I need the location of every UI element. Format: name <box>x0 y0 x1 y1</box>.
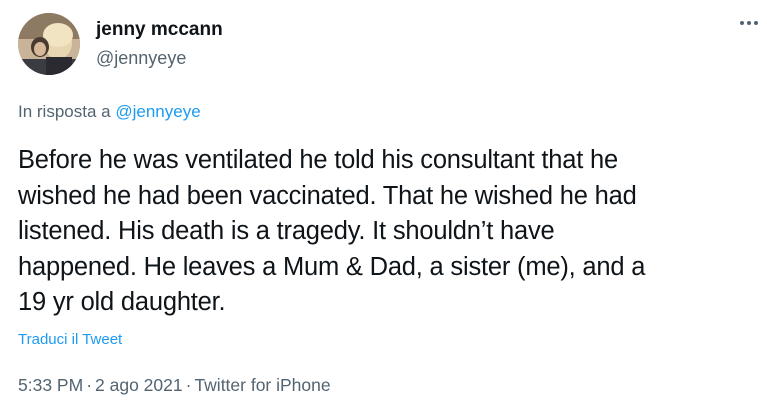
tweet-text-line: wished he had been vaccinated. That he w… <box>18 181 637 210</box>
tweet-text: Before he was ventilated he told his con… <box>18 143 758 321</box>
tweet-metadata: 5:33 PM · 2 ago 2021 · Twitter for iPhone <box>18 374 331 396</box>
more-options-button[interactable] <box>737 14 761 32</box>
tweet-text-line: Before he was ventilated he told his con… <box>18 146 618 174</box>
reply-mention-link[interactable]: @jennyeye <box>115 102 200 121</box>
tweet-text-line: happened. He leaves a Mum & Dad, a siste… <box>18 252 646 281</box>
meta-separator: · <box>86 375 93 395</box>
tweet-time[interactable]: 5:33 PM <box>18 375 83 395</box>
reply-prefix: In risposta a <box>18 102 111 121</box>
translate-tweet-link[interactable]: Traduci il Tweet <box>18 330 122 350</box>
more-horizontal-icon <box>740 21 758 25</box>
user-handle[interactable]: @jennyeye <box>96 47 186 69</box>
meta-separator: · <box>185 375 192 395</box>
avatar-photo <box>18 13 80 75</box>
tweet-text-line: listened. His death is a tragedy. It sho… <box>18 217 555 245</box>
tweet-source[interactable]: Twitter for iPhone <box>194 375 330 395</box>
display-name[interactable]: jenny mccann <box>96 19 223 41</box>
tweet-text-line: 19 yr old daughter. <box>18 288 226 316</box>
reply-context: In risposta a @jennyeye <box>18 101 201 123</box>
tweet-card: jenny mccann @jennyeye In risposta a @je… <box>0 0 767 414</box>
tweet-date[interactable]: 2 ago 2021 <box>95 375 183 395</box>
avatar[interactable] <box>18 13 80 75</box>
